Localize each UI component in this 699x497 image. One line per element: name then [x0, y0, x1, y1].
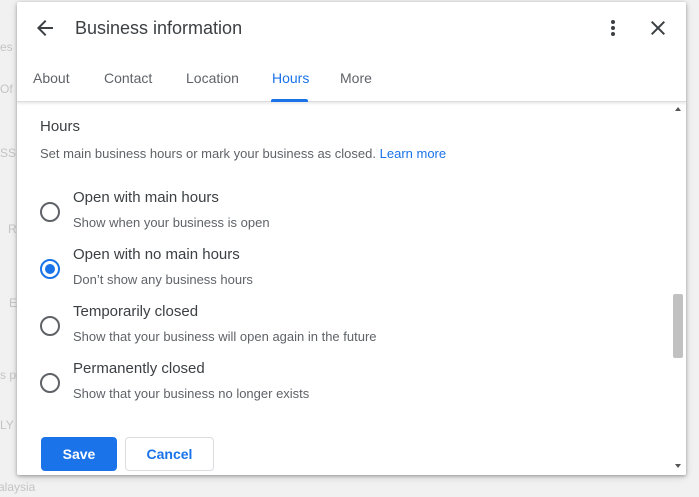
- save-button[interactable]: Save: [41, 437, 117, 471]
- back-button[interactable]: [33, 16, 57, 40]
- option-open-main-hours[interactable]: Open with main hours Show when your busi…: [37, 189, 637, 239]
- learn-more-link[interactable]: Learn more: [380, 146, 446, 161]
- option-label: Temporarily closed: [73, 303, 199, 320]
- tab-bar: About Contact Location Hours More: [17, 58, 686, 102]
- tab-more[interactable]: More: [340, 70, 372, 86]
- close-icon: [651, 21, 665, 35]
- close-button[interactable]: [646, 16, 670, 40]
- bg-fragment: R: [8, 222, 17, 236]
- scroll-down-arrow-icon[interactable]: [675, 464, 681, 468]
- dialog-title: Business information: [75, 18, 243, 38]
- option-description: Don’t show any business hours: [73, 272, 253, 287]
- radio-button[interactable]: [40, 202, 60, 222]
- tab-about[interactable]: About: [33, 70, 70, 86]
- option-temporarily-closed[interactable]: Temporarily closed Show that your busine…: [37, 303, 637, 353]
- section-title: Hours: [40, 118, 81, 135]
- active-tab-indicator: [271, 99, 308, 102]
- option-permanently-closed[interactable]: Permanently closed Show that your busine…: [37, 360, 637, 410]
- more-options-button[interactable]: [601, 16, 625, 40]
- arrow-back-icon: [37, 20, 53, 36]
- option-label: Open with main hours: [73, 189, 219, 206]
- hours-section: Hours Set main business hours or mark yo…: [17, 102, 670, 475]
- section-description: Set main business hours or mark your bus…: [40, 146, 446, 161]
- bg-fragment: LY: [0, 418, 14, 432]
- bg-fragment: E: [9, 296, 18, 310]
- business-info-dialog: Business information About Contact Locat…: [17, 2, 686, 475]
- bg-fragment: alaysia: [0, 480, 36, 494]
- bg-fragment: Of: [0, 82, 13, 96]
- tab-location[interactable]: Location: [186, 70, 239, 86]
- cancel-button[interactable]: Cancel: [125, 437, 214, 471]
- option-label: Open with no main hours: [73, 246, 240, 263]
- option-description: Show that your business will open again …: [73, 329, 377, 344]
- radio-button[interactable]: [40, 316, 60, 336]
- scrollbar[interactable]: [670, 102, 686, 475]
- scroll-thumb[interactable]: [673, 294, 683, 358]
- description-text: Set main business hours or mark your bus…: [40, 146, 376, 161]
- scroll-up-arrow-icon[interactable]: [675, 107, 681, 111]
- tab-hours[interactable]: Hours: [272, 70, 309, 86]
- radio-button[interactable]: [40, 373, 60, 393]
- more-vert-icon: [611, 20, 615, 36]
- tab-contact[interactable]: Contact: [104, 70, 152, 86]
- dialog-header: Business information About Contact Locat…: [17, 2, 686, 102]
- option-description: Show when your business is open: [73, 215, 270, 230]
- bg-fragment: SS: [0, 146, 17, 160]
- radio-button-selected[interactable]: [40, 259, 60, 279]
- bg-fragment: es: [0, 40, 13, 54]
- option-label: Permanently closed: [73, 360, 205, 377]
- option-description: Show that your business no longer exists: [73, 386, 310, 401]
- option-open-no-main-hours[interactable]: Open with no main hours Don’t show any b…: [37, 246, 637, 296]
